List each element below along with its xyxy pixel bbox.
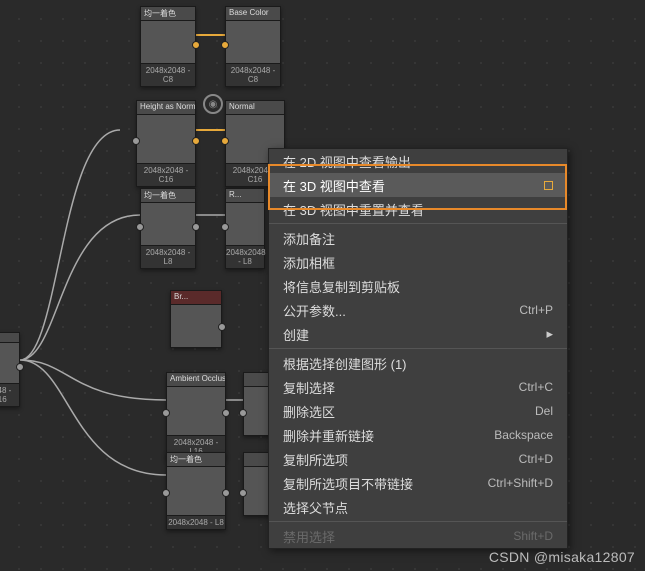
menu-label: 选择父节点 bbox=[283, 498, 348, 517]
menu-view-2d[interactable]: 在 2D 视图中查看输出 bbox=[269, 149, 567, 173]
port-out[interactable] bbox=[218, 323, 226, 331]
port-in[interactable] bbox=[132, 137, 140, 145]
port-in[interactable] bbox=[162, 409, 170, 417]
node-height-as-normal[interactable]: Height as Norm... 2048x2048 - C16 bbox=[136, 100, 196, 187]
node-thumb bbox=[226, 203, 264, 245]
node-base-color[interactable]: Base Color 2048x2048 - C8 bbox=[225, 6, 281, 87]
node-title: Base Color bbox=[226, 7, 280, 21]
port-out[interactable] bbox=[192, 41, 200, 49]
menu-label: 添加备注 bbox=[283, 229, 335, 248]
node-res: 2048x2048 - L8 bbox=[226, 245, 264, 268]
node-res: 2048x2048 - L8 bbox=[167, 515, 225, 529]
menu-label: 禁用选择 bbox=[283, 527, 335, 546]
menu-separator bbox=[269, 521, 567, 522]
port-in[interactable] bbox=[221, 223, 229, 231]
menu-reset-3d[interactable]: 在 3D 视图中重置并查看 bbox=[269, 197, 567, 221]
menu-label: 复制选择 bbox=[283, 378, 335, 397]
menu-duplicate[interactable]: 复制所选项 Ctrl+D bbox=[269, 447, 567, 471]
node-thumb bbox=[141, 203, 195, 245]
menu-label: 根据选择创建图形 (1) bbox=[283, 354, 407, 373]
menu-label: 在 3D 视图中查看 bbox=[283, 176, 385, 195]
node-res: 2048x2048 - C8 bbox=[141, 63, 195, 86]
node-title: Normal bbox=[226, 101, 284, 115]
node-title bbox=[0, 333, 19, 343]
node-br[interactable]: Br... bbox=[170, 290, 222, 348]
menu-label: 添加相框 bbox=[283, 253, 335, 272]
port-out[interactable] bbox=[222, 489, 230, 497]
menu-shortcut: Ctrl+D bbox=[519, 452, 553, 466]
menu-label: 复制所选项 bbox=[283, 450, 348, 469]
node-res: 2048x2048 - C16 bbox=[137, 163, 195, 186]
node-title: R... bbox=[226, 189, 264, 203]
node-title: Br... bbox=[171, 291, 221, 305]
node-title: Height as Norm... bbox=[137, 101, 195, 115]
node-thumb bbox=[171, 305, 221, 347]
menu-delete-selection[interactable]: 删除选区 Del bbox=[269, 399, 567, 423]
node-thumb bbox=[0, 343, 19, 383]
node-r[interactable]: R... 2048x2048 - L8 bbox=[225, 188, 265, 269]
menu-shortcut: Del bbox=[535, 404, 553, 418]
port-in[interactable] bbox=[162, 489, 170, 497]
node-thumb bbox=[167, 387, 225, 435]
node-title: 均一着色 bbox=[141, 189, 195, 203]
node-thumb bbox=[137, 115, 195, 163]
menu-create[interactable]: 创建 ▸ bbox=[269, 322, 567, 346]
node-uniform-color-1[interactable]: 均一着色 2048x2048 - C8 bbox=[140, 6, 196, 87]
node-ambient-occlusion[interactable]: Ambient Occlus... 2048x2048 - L16 bbox=[166, 372, 226, 459]
node-title: Ambient Occlus... bbox=[167, 373, 225, 387]
node-title: 均一着色 bbox=[141, 7, 195, 21]
node-thumb bbox=[226, 21, 280, 63]
port-out[interactable] bbox=[192, 223, 200, 231]
menu-label: 将信息复制到剪贴板 bbox=[283, 277, 400, 296]
node-uniform-color-2[interactable]: 均一着色 2048x2048 - L8 bbox=[140, 188, 196, 269]
port-in[interactable] bbox=[239, 489, 247, 497]
menu-delete-relink[interactable]: 删除并重新链接 Backspace bbox=[269, 423, 567, 447]
checkbox-icon bbox=[544, 181, 553, 190]
menu-copy-info[interactable]: 将信息复制到剪贴板 bbox=[269, 274, 567, 298]
menu-label: 删除选区 bbox=[283, 402, 335, 421]
menu-copy-selection[interactable]: 复制选择 Ctrl+C bbox=[269, 375, 567, 399]
menu-label: 公开参数... bbox=[283, 301, 346, 320]
node-res: 2048 - L16 bbox=[0, 383, 19, 406]
menu-label: 在 2D 视图中查看输出 bbox=[283, 152, 411, 171]
port-out[interactable] bbox=[222, 409, 230, 417]
pin-icon[interactable]: ◉ bbox=[203, 94, 223, 114]
port-in[interactable] bbox=[239, 409, 247, 417]
menu-create-graph[interactable]: 根据选择创建图形 (1) bbox=[269, 351, 567, 375]
menu-label: 在 3D 视图中重置并查看 bbox=[283, 200, 424, 219]
menu-shortcut: Ctrl+Shift+D bbox=[488, 476, 553, 490]
menu-separator bbox=[269, 348, 567, 349]
menu-view-3d[interactable]: 在 3D 视图中查看 bbox=[269, 173, 567, 197]
node-res: 2048x2048 - L8 bbox=[141, 245, 195, 268]
port-in[interactable] bbox=[221, 41, 229, 49]
port-in[interactable] bbox=[221, 137, 229, 145]
menu-disable-selection: 禁用选择 Shift+D bbox=[269, 524, 567, 548]
menu-separator bbox=[269, 223, 567, 224]
node-thumb bbox=[167, 467, 225, 515]
menu-shortcut: Ctrl+P bbox=[519, 303, 553, 317]
menu-shortcut: Shift+D bbox=[513, 529, 553, 543]
menu-shortcut: Backspace bbox=[494, 428, 553, 442]
node-res: 2048x2048 - C8 bbox=[226, 63, 280, 86]
node-thumb bbox=[141, 21, 195, 63]
menu-add-frame[interactable]: 添加相框 bbox=[269, 250, 567, 274]
node-bottom[interactable]: 均一着色 2048x2048 - L8 bbox=[166, 452, 226, 530]
watermark: CSDN @misaka12807 bbox=[489, 549, 635, 565]
port-out[interactable] bbox=[192, 137, 200, 145]
port-in[interactable] bbox=[136, 223, 144, 231]
port-out[interactable] bbox=[16, 363, 24, 371]
menu-select-parent[interactable]: 选择父节点 bbox=[269, 495, 567, 519]
submenu-arrow-icon: ▸ bbox=[546, 326, 553, 342]
menu-add-comment[interactable]: 添加备注 bbox=[269, 226, 567, 250]
node-left-source[interactable]: 2048 - L16 bbox=[0, 332, 20, 407]
menu-shortcut: Ctrl+C bbox=[519, 380, 553, 394]
menu-label: 创建 bbox=[283, 325, 309, 344]
menu-duplicate-no-link[interactable]: 复制所选项目不带链接 Ctrl+Shift+D bbox=[269, 471, 567, 495]
menu-label: 删除并重新链接 bbox=[283, 426, 374, 445]
context-menu: 在 2D 视图中查看输出 在 3D 视图中查看 在 3D 视图中重置并查看 添加… bbox=[268, 148, 568, 549]
menu-label: 复制所选项目不带链接 bbox=[283, 474, 413, 493]
node-title: 均一着色 bbox=[167, 453, 225, 467]
menu-expose-params[interactable]: 公开参数... Ctrl+P bbox=[269, 298, 567, 322]
